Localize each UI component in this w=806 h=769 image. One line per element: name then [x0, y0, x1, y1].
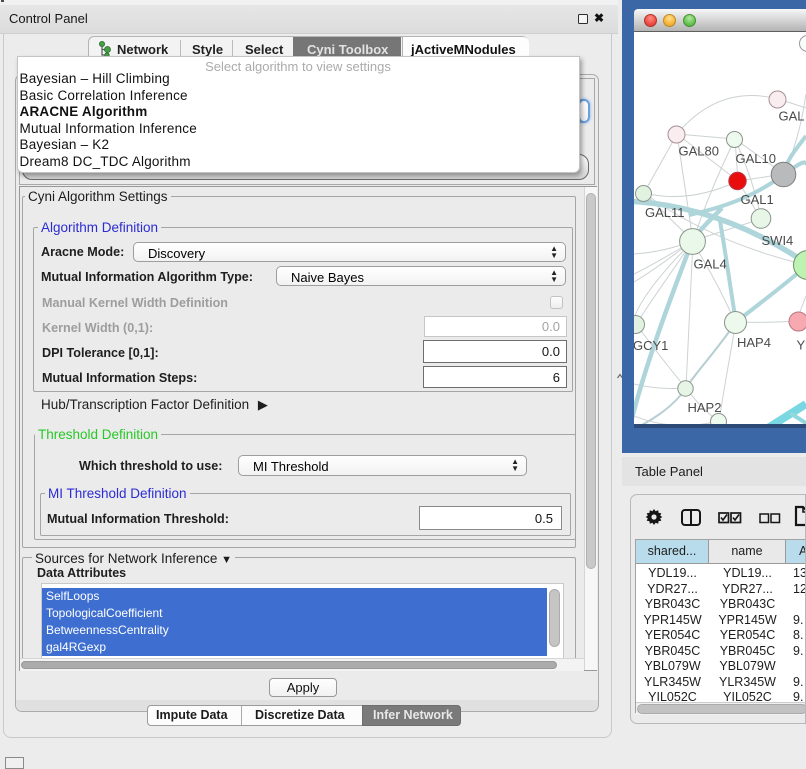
- svg-text:Y: Y: [797, 338, 806, 353]
- svg-text:GAL1: GAL1: [741, 192, 774, 207]
- svg-text:GAL80: GAL80: [679, 144, 719, 159]
- svg-text:HAP4: HAP4: [737, 335, 771, 350]
- svg-text:GAL: GAL: [779, 109, 805, 124]
- svg-text:GAL11: GAL11: [645, 205, 685, 220]
- svg-text:GAL10: GAL10: [736, 151, 776, 166]
- svg-text:SWI4: SWI4: [762, 233, 794, 248]
- svg-text:HAP2: HAP2: [688, 400, 722, 415]
- svg-text:GAL4: GAL4: [694, 257, 727, 272]
- svg-text:GCY1: GCY1: [634, 338, 668, 353]
